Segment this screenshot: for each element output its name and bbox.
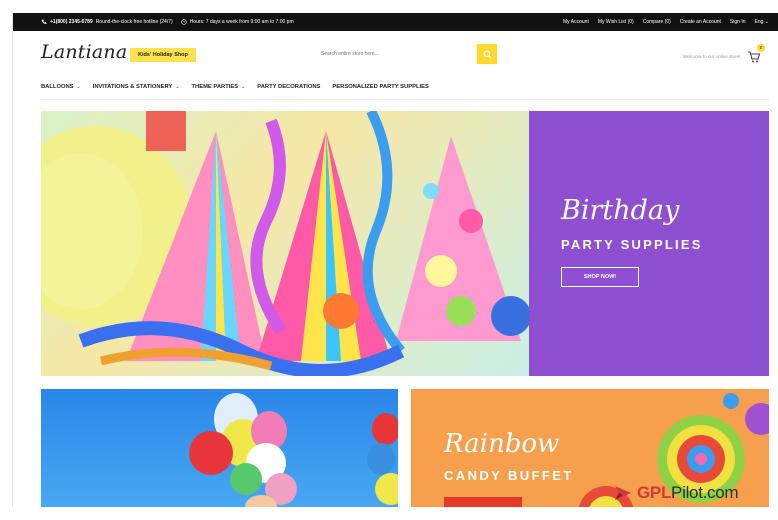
hero-subtitle: PARTY SUPPLIES xyxy=(561,237,703,252)
phone-icon xyxy=(41,19,47,24)
compare-link[interactable]: Compare (0) xyxy=(643,19,671,25)
welcome-text: Welcome to our online store! xyxy=(683,54,741,59)
cart-icon xyxy=(748,51,761,63)
balloons-banner[interactable] xyxy=(41,389,398,507)
nav-item-party-decorations[interactable]: PARTY DECORATIONS xyxy=(257,84,320,90)
account-links: My Account My Wish List (0) Compare (0) … xyxy=(563,19,769,25)
tagline-badge: Kids' Holiday Shop xyxy=(130,48,196,62)
clock-icon xyxy=(180,19,187,25)
gplpilot-logo-icon xyxy=(615,486,631,500)
search-button[interactable] xyxy=(477,44,497,64)
chevron-down-icon: ⌄ xyxy=(175,84,180,90)
my-account-link[interactable]: My Account xyxy=(563,19,589,25)
main-nav: BALLOONS ⌄ INVITATIONS & STATIONERY ⌄ THEM… xyxy=(41,76,429,98)
nav-item-theme-parties[interactable]: THEME PARTIES ⌄ xyxy=(191,84,245,90)
hero-banner: Birthday PARTY SUPPLIES SHOP NOW! xyxy=(41,111,769,376)
cart-button[interactable]: 0 xyxy=(747,44,767,66)
search-input[interactable] xyxy=(319,44,483,64)
search-icon xyxy=(482,49,492,59)
nav-item-balloons[interactable]: BALLOONS ⌄ xyxy=(41,84,81,90)
card2-script-title: Rainbow xyxy=(444,429,560,459)
sign-in-link[interactable]: Sign In xyxy=(730,19,746,25)
phone-info: +1(800) 2345-6789 Round-the-clock free h… xyxy=(41,19,173,25)
watermark: GPLPilot.com xyxy=(613,483,739,503)
card2-subtitle: CANDY BUFFET xyxy=(444,468,574,483)
hours-text: Hours: 7 days a week from 9:00 am to 7:0… xyxy=(189,19,294,25)
nav-divider xyxy=(41,99,769,100)
chevron-down-icon: ⌄ xyxy=(76,84,81,90)
nav-item-invitations[interactable]: INVITATIONS & STATIONERY ⌄ xyxy=(93,84,180,90)
watermark-text: GPLPilot.com xyxy=(637,483,739,502)
hours-info: Hours: 7 days a week from 9:00 am to 7:0… xyxy=(180,19,294,25)
search-bar xyxy=(319,44,497,64)
top-bar: +1(800) 2345-6789 Round-the-clock free h… xyxy=(13,13,778,31)
balloons-illustration xyxy=(189,393,398,507)
wishlist-link[interactable]: My Wish List (0) xyxy=(598,19,634,25)
chevron-down-icon: ⌄ xyxy=(764,19,769,25)
hero-promo-panel: Birthday PARTY SUPPLIES SHOP NOW! xyxy=(529,111,769,376)
nav-item-personalized[interactable]: PERSONALIZED PARTY SUPPLIES xyxy=(332,84,428,90)
header: Lantiana Kids' Holiday Shop Welcome to o… xyxy=(13,31,778,71)
chevron-down-icon: ⌄ xyxy=(241,84,246,90)
create-account-link[interactable]: Create an Account xyxy=(680,19,721,25)
card2-shop-button[interactable] xyxy=(444,497,522,507)
party-hats-illustration xyxy=(41,111,529,376)
cart-count-badge: 0 xyxy=(757,44,765,52)
hotline-text: Round-the-clock free hotline (24/7) xyxy=(95,19,173,25)
hero-image-party-hats xyxy=(41,111,529,376)
shop-now-button[interactable]: SHOP NOW! xyxy=(561,267,639,287)
language-select[interactable]: Eng ⌄ xyxy=(755,19,770,25)
phone-number[interactable]: +1(800) 2345-6789 xyxy=(50,19,93,25)
logo[interactable]: Lantiana xyxy=(41,41,127,63)
page-frame: +1(800) 2345-6789 Round-the-clock free h… xyxy=(12,13,778,507)
hero-script-title: Birthday xyxy=(561,195,680,226)
